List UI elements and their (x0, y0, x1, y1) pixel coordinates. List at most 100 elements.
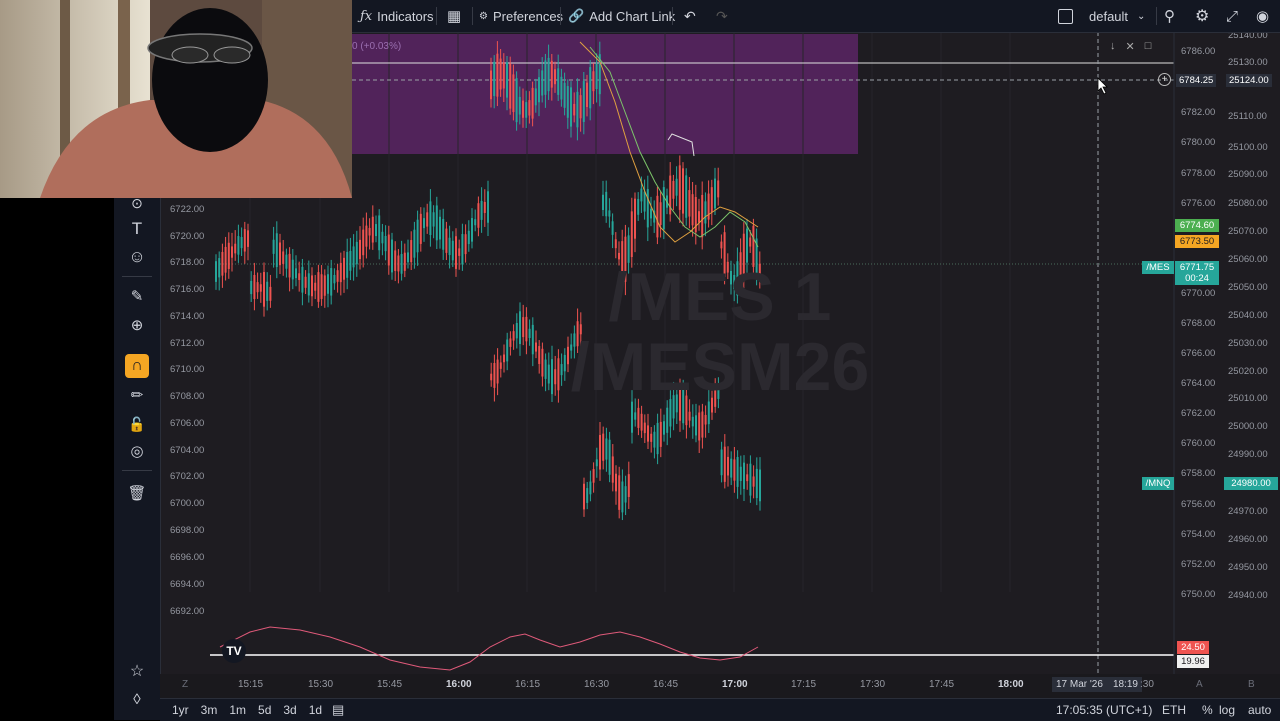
axis-tick-label: 6716.00 (170, 284, 205, 295)
indicators-button[interactable]: ƒx Indicators (360, 0, 434, 32)
lock-icon[interactable]: 🔓 (126, 413, 148, 435)
auto-toggle[interactable]: auto (1248, 699, 1271, 721)
range-button-3d[interactable]: 3d (283, 703, 296, 717)
candle-body (554, 69, 556, 85)
candle-body (592, 71, 595, 92)
candle-body (378, 215, 381, 251)
bar-countdown: 00:24 (1185, 273, 1209, 284)
trash-icon[interactable]: 🗑 (126, 482, 148, 504)
candle-body (243, 229, 246, 252)
mes-symbol-tag: /MES (1142, 261, 1174, 274)
candle-body (563, 82, 566, 108)
supply-zone (352, 34, 858, 154)
candle-body (640, 413, 643, 431)
zoom-in-icon[interactable]: ⊕ (126, 314, 148, 336)
chevron-down-icon[interactable]: ⌄ (1137, 0, 1145, 32)
mnq-symbol-tag: /MNQ (1142, 477, 1174, 490)
mnq-last-price-badge: 24980.00 (1224, 477, 1278, 490)
close-pane-icon[interactable]: ✕ (1126, 40, 1135, 53)
candle-body (464, 234, 467, 255)
eye-icon[interactable]: ◎ (126, 440, 148, 462)
candle-body (704, 201, 707, 224)
candle-body (544, 359, 547, 379)
candle-body (538, 77, 540, 103)
candle-body (541, 348, 544, 377)
camera-icon[interactable]: ◉ (1256, 0, 1269, 32)
candle-body (311, 275, 313, 297)
candle-body (586, 488, 589, 503)
candle-body (710, 187, 713, 213)
range-button-3m[interactable]: 3m (201, 703, 218, 717)
price-axis-mnq[interactable]: 25140.00 25130.00 25110.00 25100.00 25090.00… (1224, 32, 1280, 674)
time-tick-label: 16:45 (653, 679, 679, 690)
candle-body (759, 469, 761, 502)
candle-body (458, 248, 461, 256)
candle-body (624, 486, 627, 503)
candle-body (301, 266, 304, 293)
session-toggle[interactable]: ETH (1162, 699, 1186, 721)
candle-body (423, 218, 425, 229)
range-button-1yr[interactable]: 1yr (172, 703, 189, 717)
fullscreen-icon[interactable]: ⤢ (1226, 0, 1238, 32)
axis-tick-label: 25090.00 (1228, 169, 1268, 180)
candle-body (570, 87, 572, 127)
candle-body (582, 81, 585, 122)
time-axis[interactable]: Z 15:15 15:30 15:45 16:00 16:15 16:30 16:45 17:… (160, 674, 1280, 698)
range-button-5d[interactable]: 5d (258, 703, 271, 717)
watermark-line2: /MESM26 (570, 329, 870, 405)
candle-body (339, 262, 342, 283)
tradingview-logo-icon[interactable]: TV (222, 639, 246, 663)
axis-tick-label: 6712.00 (170, 338, 205, 349)
axis-tick-label: 25000.00 (1228, 421, 1268, 432)
candle-body (471, 218, 473, 242)
axis-a-label: A (1196, 679, 1203, 690)
crosshair-date: 17 Mar '26 (1056, 679, 1103, 690)
axis-tick-label: 6714.00 (170, 311, 205, 322)
candle-body (237, 236, 240, 255)
text-tool-icon[interactable]: T (126, 218, 148, 240)
magnet-icon[interactable]: ∩ (125, 354, 149, 378)
candle-body (678, 165, 681, 210)
emoji-icon[interactable]: ☺ (126, 246, 148, 268)
candle-body (477, 203, 480, 228)
calendar-icon[interactable]: ▤ (332, 699, 344, 721)
candle-body (675, 178, 678, 196)
quick-search-icon[interactable]: ⚲ (1164, 0, 1175, 32)
templates-button[interactable]: ▦ (447, 0, 461, 32)
candle-body (317, 272, 320, 302)
stay-drawing-icon[interactable]: ✏ (126, 384, 148, 406)
settings-icon[interactable]: ⚙ (1195, 0, 1209, 32)
ruler-icon[interactable]: ✎ (126, 285, 148, 307)
favorites-star-icon[interactable]: ☆ (126, 660, 148, 682)
range-button-1m[interactable]: 1m (229, 703, 246, 717)
candle-body (247, 230, 249, 247)
candle-body (595, 459, 598, 467)
candle-body (640, 188, 643, 202)
clock-display[interactable]: 17:05:35 (UTC+1) (1056, 699, 1152, 721)
candle-body (592, 469, 595, 483)
webcam-image (0, 0, 352, 198)
axis-tick-label: 25060.00 (1228, 254, 1268, 265)
price-axis-mes[interactable]: 6786.00 6782.00 6780.00 6778.00 6776.00 6770.… (1174, 32, 1224, 674)
candle-body (717, 180, 720, 198)
candle-body (727, 456, 729, 476)
candle-body (701, 194, 704, 238)
scroll-down-icon[interactable]: ↓ (1110, 40, 1116, 53)
object-tree-icon[interactable]: ◊ (126, 688, 148, 710)
undo-icon[interactable]: ↶ (684, 0, 696, 32)
candle-body (410, 240, 413, 263)
range-button-1d[interactable]: 1d (309, 703, 322, 717)
preferences-button[interactable]: ⚙ Preferences (479, 0, 563, 32)
candle-body (560, 76, 563, 100)
time-tick-label: 16:00 (446, 679, 472, 690)
log-toggle[interactable]: log (1219, 699, 1235, 721)
layout-name[interactable]: default (1089, 0, 1128, 32)
redo-icon[interactable]: ↷ (716, 0, 728, 32)
percent-toggle[interactable]: % (1202, 699, 1213, 721)
candle-body (467, 230, 470, 245)
maximize-pane-icon[interactable]: □ (1145, 40, 1152, 53)
add-chart-link-button[interactable]: 🔗 Add Chart Link (568, 0, 675, 32)
add-alert-icon[interactable]: + (1158, 73, 1171, 86)
layout-toggle-icon[interactable] (1058, 0, 1073, 32)
candle-body (541, 70, 544, 96)
